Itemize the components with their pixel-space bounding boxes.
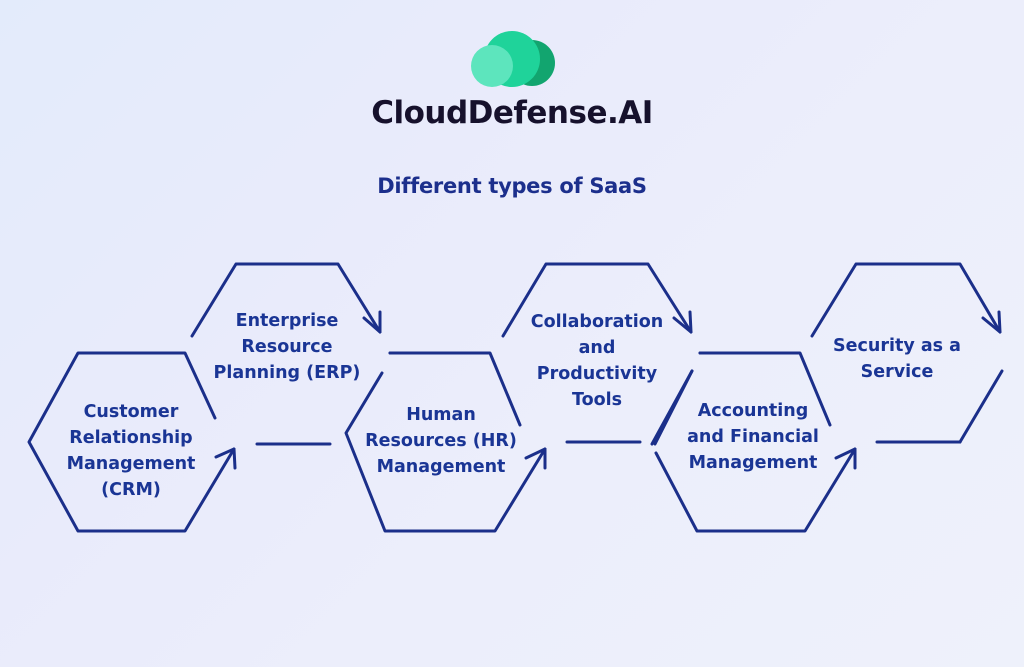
saas-type-hr: Human Resources (HR) Management xyxy=(365,402,517,480)
label-line: Management xyxy=(688,453,818,473)
label-line: and xyxy=(578,338,616,358)
saas-type-accounting: Accounting and Financial Management xyxy=(687,398,819,476)
label-line: Human xyxy=(406,405,476,425)
saas-type-crm: Customer Relationship Management (CRM) xyxy=(67,399,196,503)
label-line: Security as a xyxy=(833,336,961,356)
label-line: (CRM) xyxy=(101,480,161,500)
label-line: Management xyxy=(376,457,506,477)
label-line: Collaboration xyxy=(530,312,664,332)
label-line: Planning (ERP) xyxy=(213,363,361,383)
saas-type-security: Security as a Service xyxy=(833,333,961,385)
label-line: Relationship xyxy=(69,428,193,448)
label-line: Enterprise xyxy=(235,311,339,331)
label-line: Customer xyxy=(83,402,179,422)
label-line: Management xyxy=(66,454,196,474)
label-line: and Financial xyxy=(687,427,819,447)
label-line: Accounting xyxy=(697,401,809,421)
label-line: Productivity xyxy=(536,364,658,384)
saas-type-erp: Enterprise Resource Planning (ERP) xyxy=(214,308,361,386)
saas-type-collaboration: Collaboration and Productivity Tools xyxy=(531,309,664,413)
label-line: Resources (HR) xyxy=(365,431,517,451)
label-line: Tools xyxy=(571,390,623,410)
label-line: Service xyxy=(860,362,934,382)
label-line: Resource xyxy=(241,337,333,357)
